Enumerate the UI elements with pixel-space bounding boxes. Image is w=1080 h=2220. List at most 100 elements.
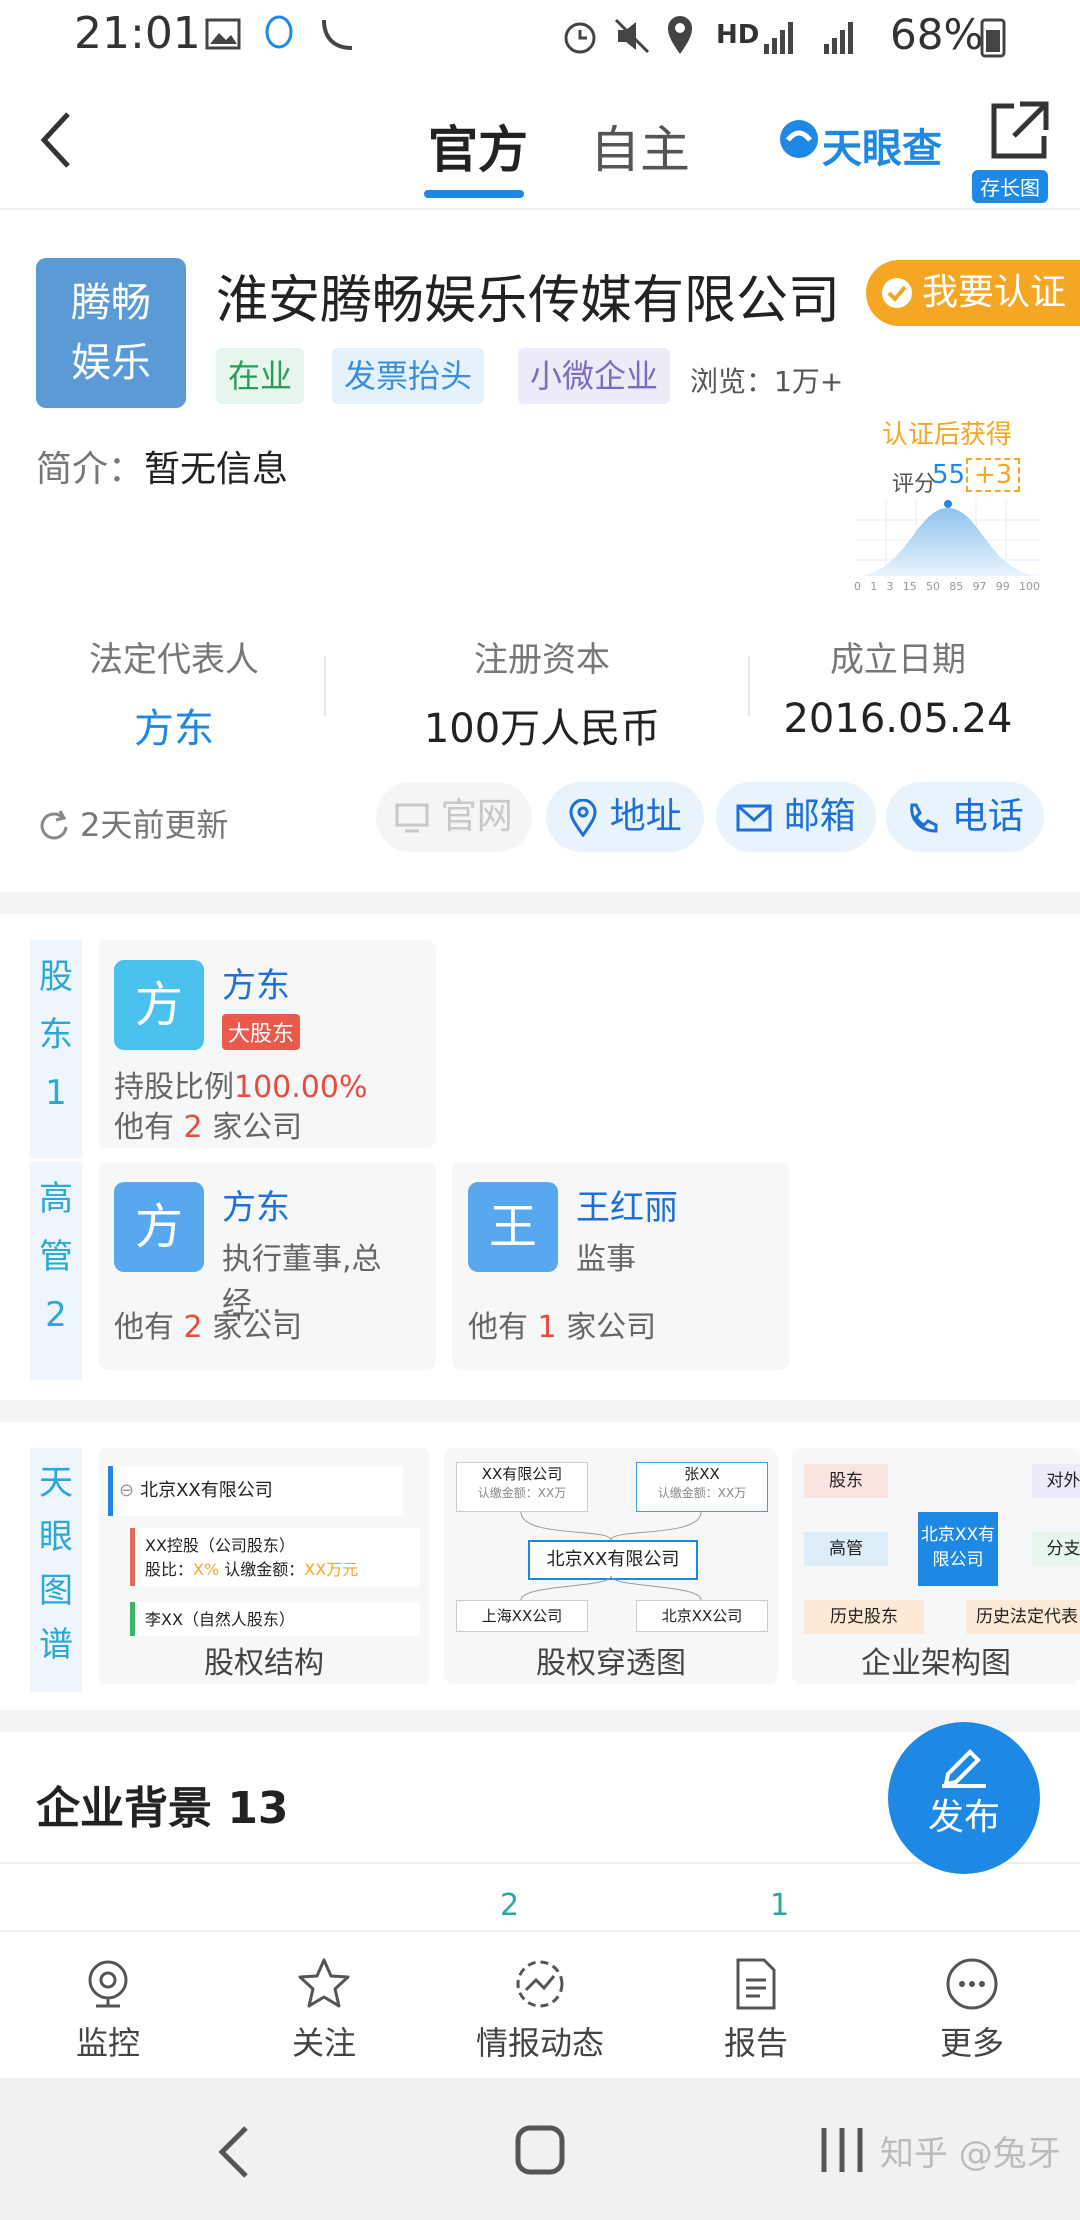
side-label-char: 谱	[39, 1625, 73, 1665]
related-prefix: 他有	[114, 1310, 174, 1345]
equity-penetration-label: 股权穿透图	[536, 1646, 686, 1681]
share-ratio-label: 持股比例	[114, 1070, 234, 1105]
tab-official[interactable]: 官方	[428, 110, 528, 182]
pencil-icon	[942, 1749, 986, 1788]
status-time: 21:01	[74, 8, 201, 59]
network-hd: HD	[716, 20, 760, 50]
side-label-char: 1	[45, 1073, 67, 1113]
score-axis-tick: 85	[949, 580, 964, 593]
executive-name[interactable]: 王红丽	[576, 1180, 678, 1229]
certify-label: 我要认证	[922, 272, 1067, 313]
nav-follow[interactable]: 关注	[216, 1932, 432, 2064]
nav-label: 情报动态	[475, 2024, 604, 2062]
collapse-icon: ⊖	[119, 1480, 135, 1501]
invoice-tag[interactable]: 发票抬头	[332, 348, 485, 404]
mail-icon	[736, 804, 772, 832]
equity-root: ⊖ 北京XX有限公司	[108, 1466, 403, 1516]
executive-side-label: 高管 2	[30, 1162, 82, 1380]
score-label: 评分	[892, 472, 937, 497]
related-count: 2	[183, 1110, 203, 1145]
nav-report[interactable]: 报告	[648, 1932, 864, 2064]
background-count: 2	[500, 1888, 520, 1923]
more-icon	[946, 1958, 998, 2010]
call-icon	[322, 19, 353, 50]
penetration-node: 上海XX公司	[456, 1600, 588, 1632]
monitor-icon	[395, 803, 429, 833]
equity-structure-card[interactable]: ⊖ 北京XX有限公司 XX控股（公司股东） 股比：X% 认缴金额：XX万元 李XX…	[98, 1448, 430, 1684]
bottom-navigation: 监控 关注 情报动态 报告 更多	[0, 1930, 1080, 2080]
system-back-icon[interactable]	[214, 2124, 254, 2180]
equity-penetration-card[interactable]: XX有限公司 认缴金额：XX万 张XX 认缴金额：XX万 北京XX有限公司 上海XX…	[444, 1448, 778, 1684]
system-home-icon[interactable]	[514, 2124, 566, 2176]
trend-icon	[516, 1960, 564, 2008]
score-bonus: +3	[966, 458, 1021, 492]
location-icon	[668, 16, 692, 54]
node-sub: 认缴金额：XX万	[477, 1486, 567, 1500]
node-sub: 认缴金额：XX万	[657, 1486, 747, 1500]
node-label: XX有限公司	[481, 1465, 563, 1483]
org-chart-card[interactable]: 股东 高管 历史股东 北京XX有限公司 对外投 分支机 历史法定代表 企业架构图	[792, 1448, 1080, 1684]
executive-card[interactable]: 方 方东 执行董事,总经… 他有 2 家公司	[98, 1162, 436, 1370]
ratio-label: 股比：	[145, 1560, 194, 1579]
related-companies[interactable]: 他有 1 家公司	[468, 1302, 656, 1346]
email-button[interactable]: 邮箱	[716, 782, 876, 852]
update-status[interactable]: 2天前更新	[36, 800, 228, 846]
status-bar: 21:01 HD 68%	[0, 0, 1080, 76]
org-chart-label: 企业架构图	[861, 1646, 1011, 1681]
mute-icon	[614, 18, 650, 54]
back-icon[interactable]	[36, 108, 76, 172]
penetration-node: 张XX 认缴金额：XX万	[636, 1462, 768, 1512]
penetration-node: 北京XX公司	[636, 1600, 768, 1632]
verified-icon	[882, 278, 912, 308]
phone-label: 电话	[951, 796, 1024, 837]
org-node: 历史法定代表	[966, 1600, 1080, 1634]
gallery-icon	[205, 18, 241, 50]
capital-value: XX万元	[304, 1560, 359, 1579]
shareholder-name[interactable]: 方东	[222, 958, 290, 1007]
avatar: 王	[468, 1182, 558, 1272]
nav-intel[interactable]: 情报动态	[432, 1932, 648, 2064]
related-companies[interactable]: 他有 2 家公司	[114, 1302, 302, 1346]
side-label-char: 东	[39, 1015, 73, 1055]
score-axis-tick: 100	[1019, 580, 1040, 593]
nav-more[interactable]: 更多	[864, 1932, 1080, 2064]
side-label-char: 管	[39, 1237, 73, 1277]
tab-self[interactable]: 自主	[590, 110, 690, 182]
registered-capital-label: 注册资本	[474, 640, 610, 680]
nav-label: 监控	[75, 2024, 140, 2062]
phone-button[interactable]: 电话	[886, 782, 1044, 852]
legal-rep-value[interactable]: 方东	[4, 696, 344, 754]
address-button[interactable]: 地址	[546, 782, 704, 852]
shareholder-side-label: 股东 1	[30, 940, 82, 1158]
executive-card[interactable]: 王 王红丽 监事 他有 1 家公司	[452, 1162, 790, 1370]
website-button: 官网	[376, 782, 532, 852]
score-axis-tick: 3	[886, 580, 894, 593]
founded-date-value: 2016.05.24	[783, 696, 1013, 742]
equity-child: 李XX（自然人股东）	[130, 1602, 420, 1636]
score-axis-tick: 0	[854, 580, 861, 593]
publish-button[interactable]: 发布	[888, 1722, 1040, 1874]
certify-button[interactable]: 我要认证	[866, 260, 1080, 326]
intro-value: 暂无信息	[144, 449, 289, 490]
node-label: 张XX	[684, 1465, 720, 1483]
long-image-button[interactable]: 存长图	[972, 96, 1060, 203]
related-companies[interactable]: 他有 2 家公司	[114, 1102, 302, 1146]
background-count: 1	[770, 1888, 790, 1923]
equity-root-label: 北京XX有限公司	[140, 1480, 273, 1501]
tab-indicator	[424, 190, 524, 198]
executive-name[interactable]: 方东	[222, 1180, 290, 1229]
nav-monitor[interactable]: 监控	[0, 1932, 216, 2064]
related-suffix: 家公司	[212, 1310, 303, 1345]
avatar: 方	[114, 960, 204, 1050]
score-promo[interactable]: 认证后获得 评分 55 +3 0 1 3 15 50 85 97 99 100	[852, 414, 1042, 604]
location-pin-icon	[569, 798, 597, 838]
score-value: 55	[932, 460, 966, 490]
executive-role: 监事	[576, 1242, 636, 1277]
star-icon	[298, 1958, 350, 2008]
equity-child-label: XX控股（公司股东）	[145, 1536, 295, 1555]
system-recents-icon[interactable]	[818, 2124, 868, 2176]
battery-icon	[980, 18, 1006, 58]
legal-rep-label: 法定代表人	[89, 640, 259, 680]
section-divider	[0, 1710, 1080, 1732]
shareholder-card[interactable]: 方 方东 大股东 持股比例100.00% 他有 2 家公司	[98, 940, 436, 1148]
